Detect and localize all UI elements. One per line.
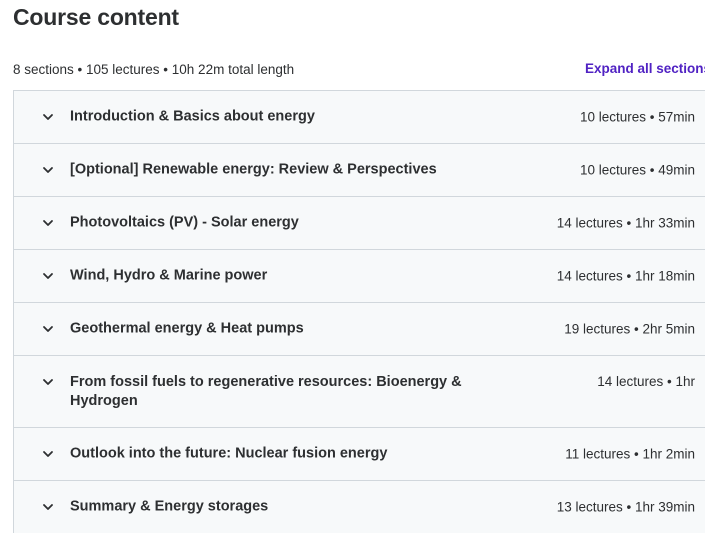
- section-row-4[interactable]: Wind, Hydro & Marine power 14 lectures •…: [14, 250, 705, 303]
- section-title: Geothermal energy & Heat pumps: [70, 320, 304, 337]
- section-title: Wind, Hydro & Marine power: [70, 267, 268, 284]
- section-row-7[interactable]: Outlook into the future: Nuclear fusion …: [14, 428, 705, 481]
- section-row-6[interactable]: From fossil fuels to regenerative resour…: [14, 356, 705, 428]
- section-row-5[interactable]: Geothermal energy & Heat pumps 19 lectur…: [14, 303, 705, 356]
- section-row-8[interactable]: Summary & Energy storages 13 lectures • …: [14, 481, 705, 533]
- chevron-down-icon: [43, 379, 53, 385]
- section-title: [Optional] Renewable energy: Review & Pe…: [70, 161, 437, 178]
- section-title: From fossil fuels to regenerative resour…: [70, 374, 462, 409]
- section-meta: 14 lectures • 1hr 33min: [556, 215, 695, 231]
- section-meta: 19 lectures • 2hr 5min: [564, 321, 695, 337]
- section-row-1[interactable]: Introduction & Basics about energy 10 le…: [14, 91, 705, 144]
- section-meta: 11 lectures • 1hr 2min: [565, 446, 695, 462]
- section-row-3[interactable]: Photovoltaics (PV) - Solar energy 14 lec…: [14, 197, 705, 250]
- section-title: Photovoltaics (PV) - Solar energy: [70, 214, 299, 231]
- chevron-down-icon: [43, 451, 53, 457]
- course-summary: 8 sections • 105 lectures • 10h 22m tota…: [13, 62, 295, 77]
- sections-accordion: Introduction & Basics about energy 10 le…: [13, 90, 705, 533]
- section-meta: 14 lectures • 1hr 18min: [556, 268, 695, 284]
- section-meta: 10 lectures • 49min: [579, 162, 695, 178]
- section-meta: 14 lectures • 1hr: [597, 374, 695, 389]
- chevron-down-icon: [43, 167, 53, 173]
- chevron-down-icon: [43, 273, 53, 279]
- chevron-down-icon: [43, 326, 53, 332]
- section-meta: 10 lectures • 57min: [579, 109, 695, 125]
- chevron-down-icon: [43, 504, 53, 510]
- page-title: Course content: [13, 4, 179, 30]
- course-content-page: Course content 8 sections • 105 lectures…: [0, 0, 705, 533]
- section-meta: 13 lectures • 1hr 39min: [556, 499, 695, 515]
- section-title: Summary & Energy storages: [70, 498, 269, 515]
- course-summary-row: 8 sections • 105 lectures • 10h 22m tota…: [13, 61, 705, 79]
- chevron-down-icon: [43, 114, 53, 120]
- expand-all-sections-button[interactable]: Expand all sections: [585, 61, 705, 76]
- section-title: Introduction & Basics about energy: [70, 108, 315, 125]
- chevron-down-icon: [43, 220, 53, 226]
- section-row-2[interactable]: [Optional] Renewable energy: Review & Pe…: [14, 144, 705, 197]
- section-title: Outlook into the future: Nuclear fusion …: [70, 445, 388, 462]
